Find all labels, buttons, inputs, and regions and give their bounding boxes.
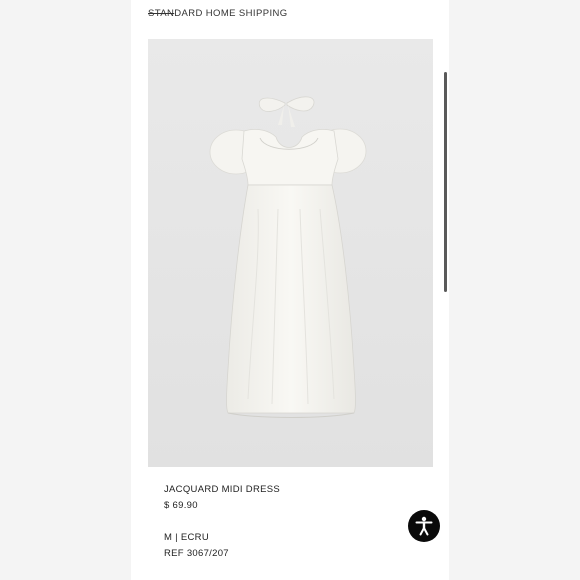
- dress-illustration: [148, 39, 433, 467]
- product-info: JACQUARD MIDI DRESS $ 69.90 M | ECRU REF…: [164, 484, 394, 562]
- product-ref: REF 3067/207: [164, 548, 229, 559]
- shipping-label: DARD HOME SHIPPING: [174, 8, 288, 19]
- product-page: STANDARD HOME SHIPPING JACQUARD MIDI DRE…: [131, 0, 449, 580]
- product-size-color: M | ECRU: [164, 532, 209, 543]
- product-price: $ 69.90: [164, 500, 198, 511]
- product-image[interactable]: [148, 39, 433, 467]
- accessibility-icon: [415, 516, 433, 536]
- shipping-label-struck: STAN: [148, 8, 175, 19]
- product-name: JACQUARD MIDI DRESS: [164, 484, 281, 495]
- shipping-option[interactable]: STANDARD HOME SHIPPING: [148, 8, 288, 19]
- accessibility-button[interactable]: [408, 510, 440, 542]
- scrollbar-thumb[interactable]: [444, 72, 447, 292]
